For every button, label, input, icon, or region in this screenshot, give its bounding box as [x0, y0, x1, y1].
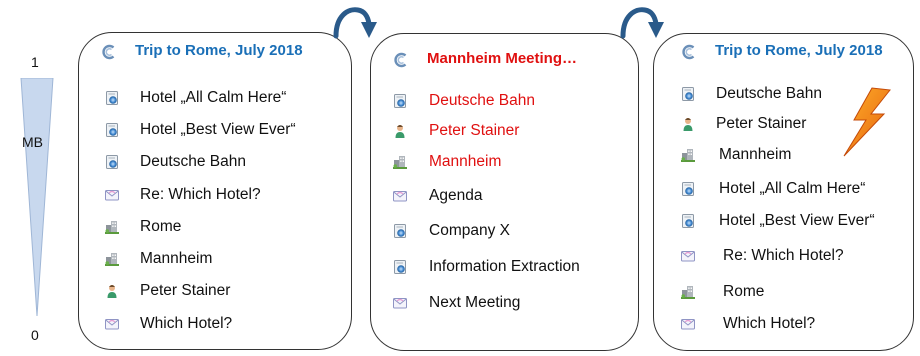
- person-icon: [104, 283, 120, 299]
- memory-wedge: [20, 78, 54, 317]
- envelope-icon: [392, 188, 408, 204]
- building-icon: [392, 154, 408, 170]
- list-item-label: Deutsche Bahn: [140, 153, 246, 170]
- list-item-label: Agenda: [429, 187, 483, 204]
- scale-top-label: 1: [31, 54, 39, 70]
- building-icon: [104, 251, 120, 267]
- context-logo-icon: [100, 43, 118, 66]
- list-item-label: Information Extraction: [429, 258, 580, 275]
- scale-bottom-label: 0: [31, 327, 39, 343]
- list-item-label: Re: Which Hotel?: [140, 186, 261, 203]
- list-item-label: Re: Which Hotel?: [723, 247, 844, 264]
- list-item-label: Company X: [429, 222, 510, 239]
- document-icon: [104, 154, 120, 170]
- person-icon: [392, 123, 408, 139]
- building-icon: [680, 284, 696, 300]
- list-item-label: Which Hotel?: [140, 315, 233, 332]
- list-item-label: Peter Stainer: [140, 282, 231, 299]
- list-item-label: Rome: [140, 218, 182, 235]
- document-icon: [680, 213, 696, 229]
- list-item-label: Hotel „Best View Ever“: [719, 212, 875, 229]
- envelope-icon: [104, 316, 120, 332]
- list-item-label: Mannheim: [429, 153, 502, 170]
- document-icon: [104, 90, 120, 106]
- person-icon: [680, 116, 696, 132]
- document-icon: [680, 86, 696, 102]
- envelope-icon: [104, 187, 120, 203]
- context-logo-icon: [680, 43, 698, 66]
- document-icon: [392, 223, 408, 239]
- building-icon: [104, 219, 120, 235]
- document-icon: [104, 122, 120, 138]
- list-item-label: Hotel „All Calm Here“: [140, 89, 287, 106]
- lightning-icon: [843, 87, 891, 157]
- building-icon: [680, 147, 696, 163]
- envelope-icon: [392, 295, 408, 311]
- scale-unit-label: MB: [22, 134, 43, 150]
- list-item-label: Deutsche Bahn: [429, 92, 535, 109]
- list-item-label: Peter Stainer: [716, 115, 807, 132]
- list-item-label: Rome: [723, 283, 765, 300]
- list-item-label: Next Meeting: [429, 294, 521, 311]
- transition-arrow-1: [333, 7, 377, 39]
- list-item-label: Deutsche Bahn: [716, 85, 822, 102]
- document-icon: [392, 93, 408, 109]
- context-logo-icon: [392, 51, 410, 74]
- list-item-label: Mannheim: [719, 146, 792, 163]
- panel-title: Trip to Rome, July 2018: [135, 42, 303, 59]
- list-item-label: Which Hotel?: [723, 315, 816, 332]
- transition-arrow-2: [620, 7, 664, 39]
- document-icon: [680, 181, 696, 197]
- list-item-label: Hotel „Best View Ever“: [140, 121, 296, 138]
- list-item-label: Peter Stainer: [429, 122, 520, 139]
- envelope-icon: [680, 316, 696, 332]
- panel-title: Trip to Rome, July 2018: [715, 42, 883, 59]
- panel-title: Mannheim Meeting…: [427, 50, 578, 67]
- list-item-label: Mannheim: [140, 250, 213, 267]
- envelope-icon: [680, 248, 696, 264]
- list-item-label: Hotel „All Calm Here“: [719, 180, 866, 197]
- document-icon: [392, 259, 408, 275]
